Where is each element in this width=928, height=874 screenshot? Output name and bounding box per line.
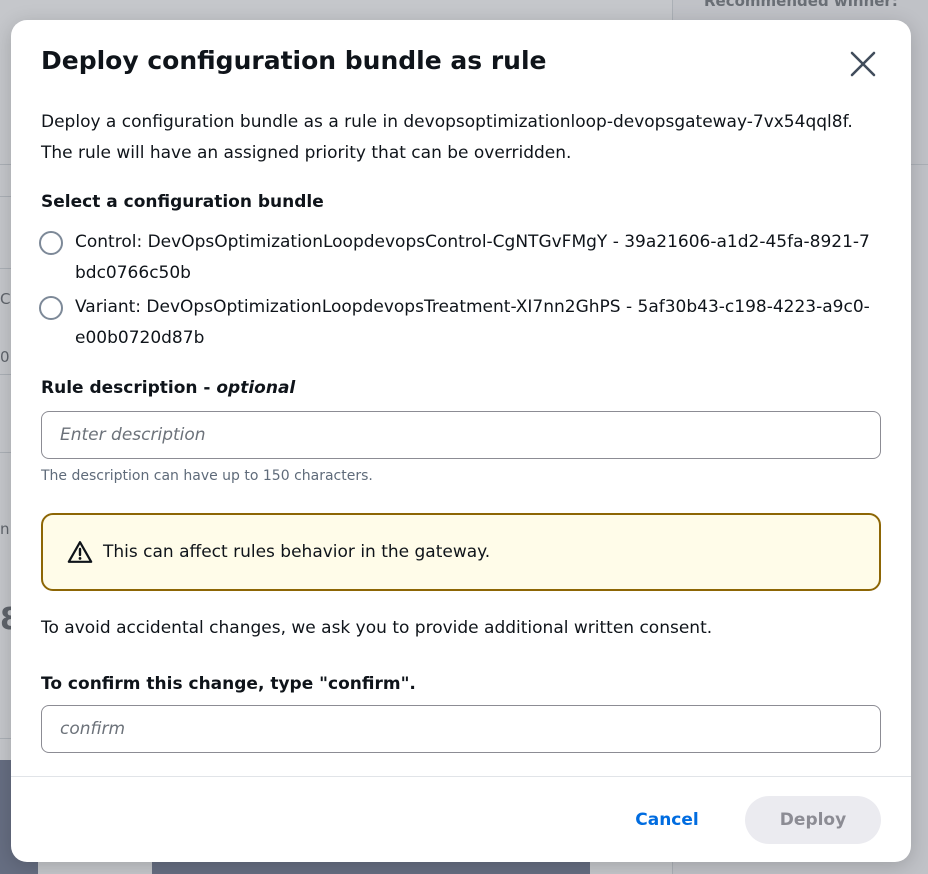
warning-icon (67, 541, 93, 563)
deploy-rule-modal: Deploy configuration bundle as rule Depl… (11, 20, 911, 862)
description-hint: The description can have up to 150 chara… (41, 468, 373, 484)
radio-option-variant[interactable]: Variant: DevOpsOptimizationLoopdevopsTre… (39, 292, 875, 354)
close-button[interactable] (845, 46, 881, 82)
modal-title: Deploy configuration bundle as rule (41, 46, 547, 75)
close-icon (850, 51, 876, 77)
radio-button[interactable] (39, 296, 63, 320)
radio-option-label: Variant: DevOpsOptimizationLoopdevopsTre… (75, 297, 870, 348)
description-label: Rule description - optional (41, 378, 295, 398)
warning-text: This can affect rules behavior in the ga… (103, 542, 491, 562)
warning-alert: This can affect rules behavior in the ga… (41, 513, 881, 591)
radio-button[interactable] (39, 231, 63, 255)
confirm-input[interactable] (41, 705, 881, 753)
description-optional-text: optional (216, 378, 296, 398)
modal-intro-text: Deploy a configuration bundle as a rule … (41, 112, 853, 163)
description-input[interactable] (41, 411, 881, 459)
confirm-label: To confirm this change, type "confirm". (41, 674, 416, 694)
consent-text: To avoid accidental changes, we ask you … (41, 618, 713, 638)
description-label-text: Rule description - (41, 378, 217, 398)
radio-option-label: Control: DevOpsOptimizationLoopdevopsCon… (75, 232, 870, 283)
radio-option-control[interactable]: Control: DevOpsOptimizationLoopdevopsCon… (39, 227, 875, 289)
footer-divider (11, 776, 911, 777)
bundle-section-label: Select a configuration bundle (41, 192, 324, 212)
deploy-button[interactable]: Deploy (745, 796, 881, 844)
cancel-button[interactable]: Cancel (617, 796, 717, 844)
